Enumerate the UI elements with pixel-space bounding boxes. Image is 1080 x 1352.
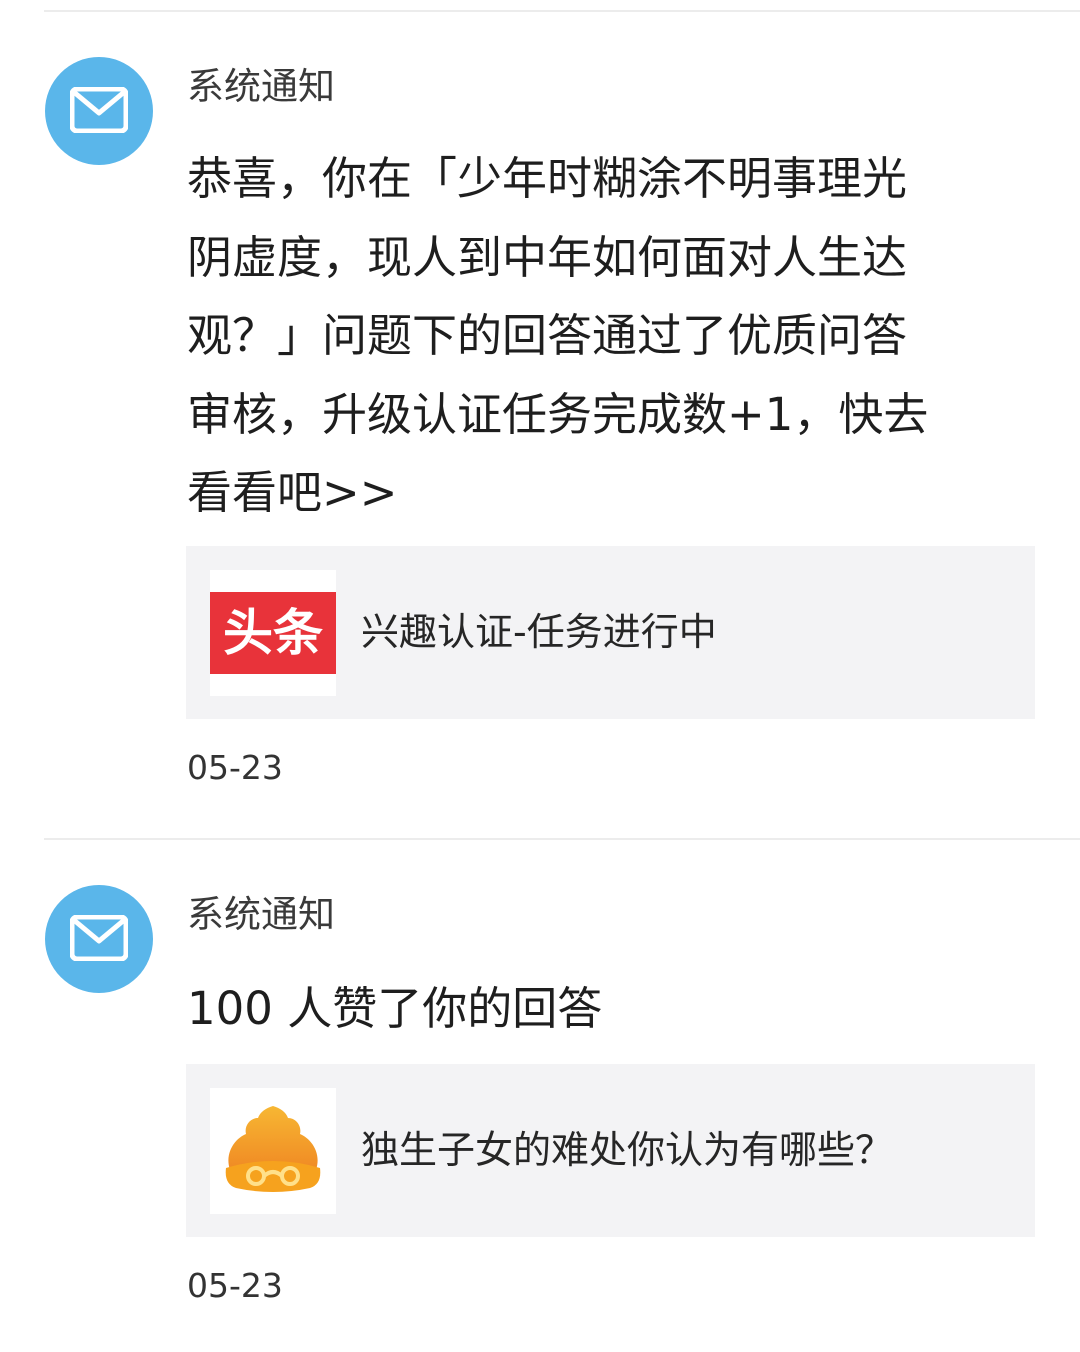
notification-date: 05-23 [187, 748, 283, 787]
mail-icon [70, 87, 128, 133]
system-notification-avatar[interactable] [45, 57, 153, 165]
toutiao-logo-text: 头条 [223, 604, 323, 662]
notification-sender: 系统通知 [187, 893, 335, 936]
message-line: 看看吧>> [187, 466, 398, 519]
notification-sender: 系统通知 [187, 65, 335, 108]
notification-date: 05-23 [187, 1266, 283, 1305]
card-thumbnail: 头条 [210, 570, 336, 696]
message-line: 观？」问题下的回答通过了优质问答 [187, 309, 908, 362]
card-thumbnail [210, 1088, 336, 1214]
linked-card[interactable]: 独生子女的难处你认为有哪些？ [186, 1064, 1035, 1237]
message-line: 恭喜，你在「少年时糊涂不明事理光 [187, 152, 908, 205]
list-divider [44, 838, 1080, 840]
linked-card[interactable]: 头条 兴趣认证-任务进行中 [186, 546, 1035, 719]
notification-item[interactable]: 系统通知 100 人赞了你的回答 独生子女的难处你认为有哪些？ 05-23 [0, 842, 1080, 1352]
message-line: 阴虚度，现人到中年如何面对人生达 [187, 230, 908, 284]
notification-message[interactable]: 恭喜，你在「少年时糊涂不明事理光 阴虚度，现人到中年如何面对人生达 观？」问题下… [187, 140, 1017, 533]
mail-icon [70, 915, 128, 961]
system-notification-avatar[interactable] [45, 885, 153, 993]
card-title: 独生子女的难处你认为有哪些？ [361, 1128, 894, 1172]
card-title: 兴趣认证-任务进行中 [361, 610, 717, 654]
notification-message[interactable]: 100 人赞了你的回答 [187, 972, 1017, 1046]
toutiao-logo-icon: 头条 [210, 592, 336, 674]
notification-item[interactable]: 系统通知 恭喜，你在「少年时糊涂不明事理光 阴虚度，现人到中年如何面对人生达 观… [0, 12, 1080, 840]
message-line: 审核，升级认证任务完成数+1，快去 [187, 387, 929, 441]
wukong-logo-icon [225, 1106, 321, 1192]
